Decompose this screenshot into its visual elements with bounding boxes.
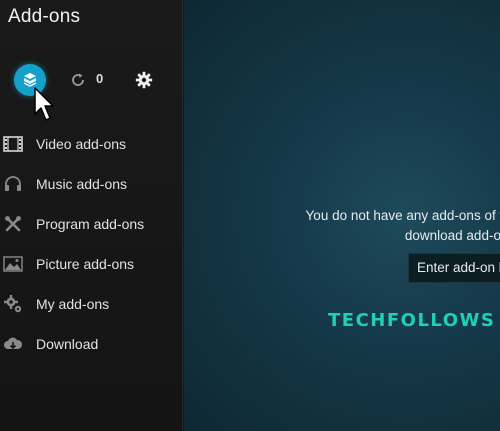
refresh-icon[interactable] (70, 72, 86, 88)
sidebar-item-label: Download (36, 336, 99, 352)
toolbar: 0 (0, 62, 183, 98)
sidebar-item-my-addons[interactable]: My add-ons (0, 284, 183, 324)
picture-icon (3, 254, 23, 274)
sidebar-item-label: Music add-ons (36, 176, 128, 192)
sidebar: Add-ons 0 Video add-ons Music add-ons Pr… (0, 0, 183, 431)
film-icon (3, 134, 23, 154)
page-title: Add-ons (8, 6, 81, 27)
update-count: 0 (96, 71, 104, 86)
tools-icon (3, 214, 23, 234)
sidebar-item-program-addons[interactable]: Program add-ons (0, 204, 183, 244)
empty-message-line: You do not have any add-ons of this type… (305, 208, 500, 223)
sidebar-item-label: Program add-ons (36, 216, 145, 232)
addon-category-menu: Video add-ons Music add-ons Program add-… (0, 124, 183, 364)
enter-addon-browser-button[interactable]: Enter add-on b (408, 253, 500, 283)
sidebar-item-label: Video add-ons (36, 136, 127, 152)
watermark: TECHFOLLOWS (328, 310, 496, 331)
main-content: You do not have any add-ons of this type… (184, 0, 500, 431)
sidebar-item-music-addons[interactable]: Music add-ons (0, 164, 183, 204)
settings-gear-icon[interactable] (135, 71, 153, 89)
cloud-download-icon (3, 334, 23, 354)
sidebar-item-picture-addons[interactable]: Picture add-ons (0, 244, 183, 284)
empty-message-line: download add-ons created (404, 228, 500, 243)
headphones-icon (3, 174, 23, 194)
install-from-zip-button[interactable] (14, 64, 46, 96)
sidebar-item-video-addons[interactable]: Video add-ons (0, 124, 183, 164)
sidebar-item-label: My add-ons (36, 296, 110, 312)
gear-cog-icon (3, 294, 23, 314)
sidebar-item-download[interactable]: Download (0, 324, 183, 364)
sidebar-item-label: Picture add-ons (36, 256, 135, 272)
empty-state-message: You do not have any add-ons of this type… (184, 206, 500, 246)
box-open-icon (23, 73, 37, 87)
